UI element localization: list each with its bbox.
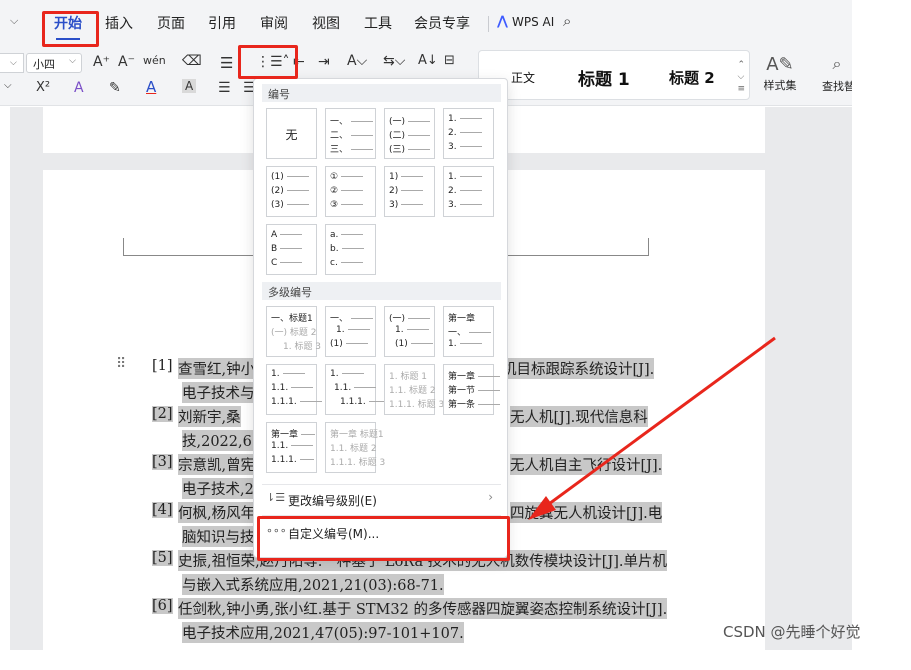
annotation-arrow bbox=[528, 336, 776, 520]
watermark-text: CSDN @先睡个好觉 bbox=[723, 623, 861, 641]
